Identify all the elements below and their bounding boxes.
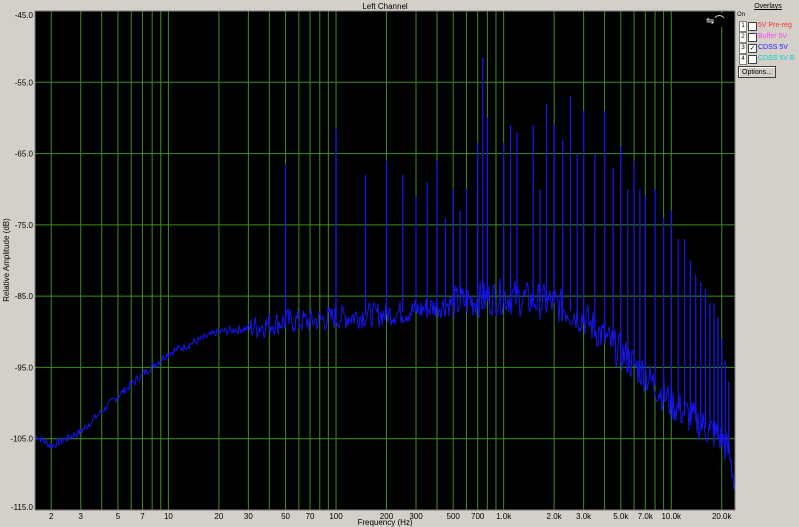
x-tick-label: 50 xyxy=(281,512,290,521)
y-axis-label: Relative Amplitude (dB) xyxy=(2,218,11,302)
overlay-number: 1 xyxy=(739,21,747,32)
x-tick-label: 30 xyxy=(244,512,253,521)
x-tick-label: 500 xyxy=(447,512,461,521)
y-tick-label: -75.0 xyxy=(15,221,34,230)
y-tick-label: -115.0 xyxy=(11,503,34,512)
x-tick-label: 10 xyxy=(164,512,173,521)
x-tick-label: 70 xyxy=(306,512,315,521)
x-tick-label: 20 xyxy=(214,512,223,521)
x-tick-label: 3.0k xyxy=(576,512,592,521)
overlay-number: 4 xyxy=(739,54,747,65)
x-tick-label: 7.0k xyxy=(638,512,654,521)
overlay-label[interactable]: Buffer 5V xyxy=(758,32,787,41)
overlays-panel: Overlays On 1 5V Pre-reg 2 Buffer 5V 3 ✓ CDSS … xyxy=(737,0,799,90)
chart-title: Left Channel xyxy=(362,2,408,11)
y-tick-label: -65.0 xyxy=(15,150,34,159)
y-axis-ticks: -45.0 -55.0 -65.0 -75.0 -85.0 -95.0 -105.0 -115… xyxy=(10,11,33,512)
x-tick-label: 5.0k xyxy=(613,512,629,521)
y-tick-label: -85.0 xyxy=(15,292,34,301)
x-axis-label: Frequency (Hz) xyxy=(357,518,412,527)
overlay-checkbox[interactable] xyxy=(748,22,757,31)
x-tick-label: 7 xyxy=(140,512,145,521)
y-tick-label: -95.0 xyxy=(15,363,34,372)
overlay-item: 3 ✓ CDSS 5V xyxy=(737,43,799,54)
overlays-title: Overlays xyxy=(754,3,782,10)
x-tick-label: 20.0k xyxy=(712,512,733,521)
x-tick-label: 5 xyxy=(116,512,121,521)
plot-background xyxy=(35,11,735,510)
x-tick-label: 1.0k xyxy=(496,512,512,521)
x-tick-label: 2 xyxy=(49,512,54,521)
overlays-on-header: On xyxy=(737,12,746,18)
spectrum-chart: -45.0 -55.0 -65.0 -75.0 -85.0 -95.0 -105.0 -115… xyxy=(2,2,736,527)
overlay-label[interactable]: 5V Pre-reg xyxy=(758,21,792,30)
overlay-label[interactable]: CDSS 5V B xyxy=(758,54,795,63)
overlay-checkbox[interactable] xyxy=(748,33,757,42)
svg-text:⇋⌒: ⇋⌒ xyxy=(706,15,724,27)
y-tick-label: -55.0 xyxy=(15,78,34,87)
overlay-label[interactable]: CDSS 5V xyxy=(758,43,788,52)
x-tick-label: 3 xyxy=(79,512,84,521)
overlay-checkbox[interactable]: ✓ xyxy=(748,44,757,53)
overlay-number: 2 xyxy=(739,32,747,43)
overlay-item: 2 Buffer 5V xyxy=(737,32,799,43)
x-tick-label: 700 xyxy=(471,512,485,521)
y-tick-label: -105.0 xyxy=(10,435,33,444)
options-button[interactable]: Options... xyxy=(738,66,776,78)
overlay-item: 1 5V Pre-reg xyxy=(737,21,799,32)
x-tick-label: 10.0k xyxy=(661,512,682,521)
y-tick-label: -45.0 xyxy=(15,11,34,20)
x-tick-label: 100 xyxy=(329,512,343,521)
cursor-tools-icon[interactable]: ⇋⌒ xyxy=(703,13,731,27)
x-tick-label: 2.0k xyxy=(547,512,563,521)
overlay-item: 4 CDSS 5V B xyxy=(737,54,799,65)
overlay-checkbox[interactable] xyxy=(748,55,757,64)
overlay-number: 3 xyxy=(739,43,747,54)
